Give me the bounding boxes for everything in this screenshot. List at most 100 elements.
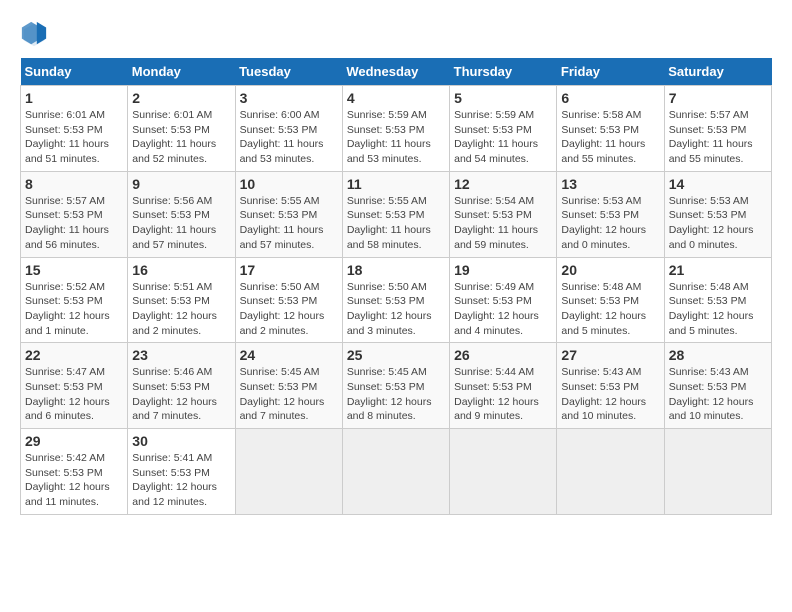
calendar-cell: 17 Sunrise: 5:50 AM Sunset: 5:53 PM Dayl… — [235, 257, 342, 343]
logo-icon — [20, 20, 48, 48]
day-info: Sunrise: 5:48 AM Sunset: 5:53 PM Dayligh… — [669, 280, 767, 339]
day-info: Sunrise: 5:46 AM Sunset: 5:53 PM Dayligh… — [132, 365, 230, 424]
day-number: 20 — [561, 262, 659, 278]
day-of-week-header: Sunday — [21, 58, 128, 86]
calendar-cell: 4 Sunrise: 5:59 AM Sunset: 5:53 PM Dayli… — [342, 86, 449, 172]
calendar-cell: 24 Sunrise: 5:45 AM Sunset: 5:53 PM Dayl… — [235, 343, 342, 429]
logo — [20, 20, 52, 48]
day-number: 5 — [454, 90, 552, 106]
day-of-week-header: Saturday — [664, 58, 771, 86]
calendar-week-row: 15 Sunrise: 5:52 AM Sunset: 5:53 PM Dayl… — [21, 257, 772, 343]
calendar-cell — [342, 429, 449, 515]
day-number: 24 — [240, 347, 338, 363]
calendar-cell — [450, 429, 557, 515]
day-of-week-header: Thursday — [450, 58, 557, 86]
day-info: Sunrise: 5:59 AM Sunset: 5:53 PM Dayligh… — [347, 108, 445, 167]
calendar-week-row: 22 Sunrise: 5:47 AM Sunset: 5:53 PM Dayl… — [21, 343, 772, 429]
calendar-table: SundayMondayTuesdayWednesdayThursdayFrid… — [20, 58, 772, 515]
day-info: Sunrise: 5:53 AM Sunset: 5:53 PM Dayligh… — [669, 194, 767, 253]
day-info: Sunrise: 5:58 AM Sunset: 5:53 PM Dayligh… — [561, 108, 659, 167]
day-number: 11 — [347, 176, 445, 192]
calendar-cell — [557, 429, 664, 515]
day-of-week-header: Tuesday — [235, 58, 342, 86]
day-number: 12 — [454, 176, 552, 192]
day-info: Sunrise: 5:43 AM Sunset: 5:53 PM Dayligh… — [561, 365, 659, 424]
day-of-week-header: Friday — [557, 58, 664, 86]
day-info: Sunrise: 5:54 AM Sunset: 5:53 PM Dayligh… — [454, 194, 552, 253]
day-info: Sunrise: 5:45 AM Sunset: 5:53 PM Dayligh… — [347, 365, 445, 424]
calendar-cell: 22 Sunrise: 5:47 AM Sunset: 5:53 PM Dayl… — [21, 343, 128, 429]
day-number: 28 — [669, 347, 767, 363]
day-number: 22 — [25, 347, 123, 363]
calendar-week-row: 1 Sunrise: 6:01 AM Sunset: 5:53 PM Dayli… — [21, 86, 772, 172]
calendar-cell: 2 Sunrise: 6:01 AM Sunset: 5:53 PM Dayli… — [128, 86, 235, 172]
day-info: Sunrise: 6:01 AM Sunset: 5:53 PM Dayligh… — [25, 108, 123, 167]
day-number: 3 — [240, 90, 338, 106]
day-info: Sunrise: 5:45 AM Sunset: 5:53 PM Dayligh… — [240, 365, 338, 424]
calendar-week-row: 8 Sunrise: 5:57 AM Sunset: 5:53 PM Dayli… — [21, 171, 772, 257]
day-number: 14 — [669, 176, 767, 192]
day-number: 1 — [25, 90, 123, 106]
day-number: 8 — [25, 176, 123, 192]
day-number: 15 — [25, 262, 123, 278]
calendar-cell: 21 Sunrise: 5:48 AM Sunset: 5:53 PM Dayl… — [664, 257, 771, 343]
calendar-cell: 1 Sunrise: 6:01 AM Sunset: 5:53 PM Dayli… — [21, 86, 128, 172]
day-number: 17 — [240, 262, 338, 278]
day-of-week-header: Monday — [128, 58, 235, 86]
day-info: Sunrise: 5:57 AM Sunset: 5:53 PM Dayligh… — [25, 194, 123, 253]
day-number: 21 — [669, 262, 767, 278]
day-info: Sunrise: 5:55 AM Sunset: 5:53 PM Dayligh… — [240, 194, 338, 253]
day-info: Sunrise: 5:50 AM Sunset: 5:53 PM Dayligh… — [240, 280, 338, 339]
day-number: 19 — [454, 262, 552, 278]
calendar-cell: 3 Sunrise: 6:00 AM Sunset: 5:53 PM Dayli… — [235, 86, 342, 172]
day-number: 25 — [347, 347, 445, 363]
day-number: 26 — [454, 347, 552, 363]
calendar-week-row: 29 Sunrise: 5:42 AM Sunset: 5:53 PM Dayl… — [21, 429, 772, 515]
day-info: Sunrise: 5:50 AM Sunset: 5:53 PM Dayligh… — [347, 280, 445, 339]
day-number: 18 — [347, 262, 445, 278]
calendar-cell: 16 Sunrise: 5:51 AM Sunset: 5:53 PM Dayl… — [128, 257, 235, 343]
day-number: 23 — [132, 347, 230, 363]
calendar-cell: 25 Sunrise: 5:45 AM Sunset: 5:53 PM Dayl… — [342, 343, 449, 429]
day-number: 9 — [132, 176, 230, 192]
calendar-cell: 23 Sunrise: 5:46 AM Sunset: 5:53 PM Dayl… — [128, 343, 235, 429]
day-info: Sunrise: 5:41 AM Sunset: 5:53 PM Dayligh… — [132, 451, 230, 510]
day-info: Sunrise: 5:49 AM Sunset: 5:53 PM Dayligh… — [454, 280, 552, 339]
calendar-cell: 27 Sunrise: 5:43 AM Sunset: 5:53 PM Dayl… — [557, 343, 664, 429]
day-number: 6 — [561, 90, 659, 106]
calendar-cell: 6 Sunrise: 5:58 AM Sunset: 5:53 PM Dayli… — [557, 86, 664, 172]
calendar-cell: 26 Sunrise: 5:44 AM Sunset: 5:53 PM Dayl… — [450, 343, 557, 429]
day-info: Sunrise: 5:56 AM Sunset: 5:53 PM Dayligh… — [132, 194, 230, 253]
day-number: 7 — [669, 90, 767, 106]
day-number: 29 — [25, 433, 123, 449]
day-number: 4 — [347, 90, 445, 106]
day-info: Sunrise: 5:55 AM Sunset: 5:53 PM Dayligh… — [347, 194, 445, 253]
calendar-header-row: SundayMondayTuesdayWednesdayThursdayFrid… — [21, 58, 772, 86]
day-info: Sunrise: 6:01 AM Sunset: 5:53 PM Dayligh… — [132, 108, 230, 167]
day-of-week-header: Wednesday — [342, 58, 449, 86]
page-header — [20, 20, 772, 48]
day-info: Sunrise: 5:48 AM Sunset: 5:53 PM Dayligh… — [561, 280, 659, 339]
calendar-cell: 18 Sunrise: 5:50 AM Sunset: 5:53 PM Dayl… — [342, 257, 449, 343]
calendar-cell — [235, 429, 342, 515]
calendar-cell: 20 Sunrise: 5:48 AM Sunset: 5:53 PM Dayl… — [557, 257, 664, 343]
calendar-cell: 5 Sunrise: 5:59 AM Sunset: 5:53 PM Dayli… — [450, 86, 557, 172]
calendar-cell: 8 Sunrise: 5:57 AM Sunset: 5:53 PM Dayli… — [21, 171, 128, 257]
day-info: Sunrise: 5:51 AM Sunset: 5:53 PM Dayligh… — [132, 280, 230, 339]
day-info: Sunrise: 5:53 AM Sunset: 5:53 PM Dayligh… — [561, 194, 659, 253]
day-number: 30 — [132, 433, 230, 449]
calendar-cell: 14 Sunrise: 5:53 AM Sunset: 5:53 PM Dayl… — [664, 171, 771, 257]
day-info: Sunrise: 5:47 AM Sunset: 5:53 PM Dayligh… — [25, 365, 123, 424]
day-info: Sunrise: 5:44 AM Sunset: 5:53 PM Dayligh… — [454, 365, 552, 424]
calendar-cell: 11 Sunrise: 5:55 AM Sunset: 5:53 PM Dayl… — [342, 171, 449, 257]
calendar-cell: 12 Sunrise: 5:54 AM Sunset: 5:53 PM Dayl… — [450, 171, 557, 257]
day-info: Sunrise: 5:59 AM Sunset: 5:53 PM Dayligh… — [454, 108, 552, 167]
calendar-cell: 19 Sunrise: 5:49 AM Sunset: 5:53 PM Dayl… — [450, 257, 557, 343]
calendar-cell — [664, 429, 771, 515]
day-info: Sunrise: 6:00 AM Sunset: 5:53 PM Dayligh… — [240, 108, 338, 167]
calendar-cell: 29 Sunrise: 5:42 AM Sunset: 5:53 PM Dayl… — [21, 429, 128, 515]
calendar-cell: 10 Sunrise: 5:55 AM Sunset: 5:53 PM Dayl… — [235, 171, 342, 257]
calendar-cell: 9 Sunrise: 5:56 AM Sunset: 5:53 PM Dayli… — [128, 171, 235, 257]
day-info: Sunrise: 5:42 AM Sunset: 5:53 PM Dayligh… — [25, 451, 123, 510]
calendar-cell: 7 Sunrise: 5:57 AM Sunset: 5:53 PM Dayli… — [664, 86, 771, 172]
